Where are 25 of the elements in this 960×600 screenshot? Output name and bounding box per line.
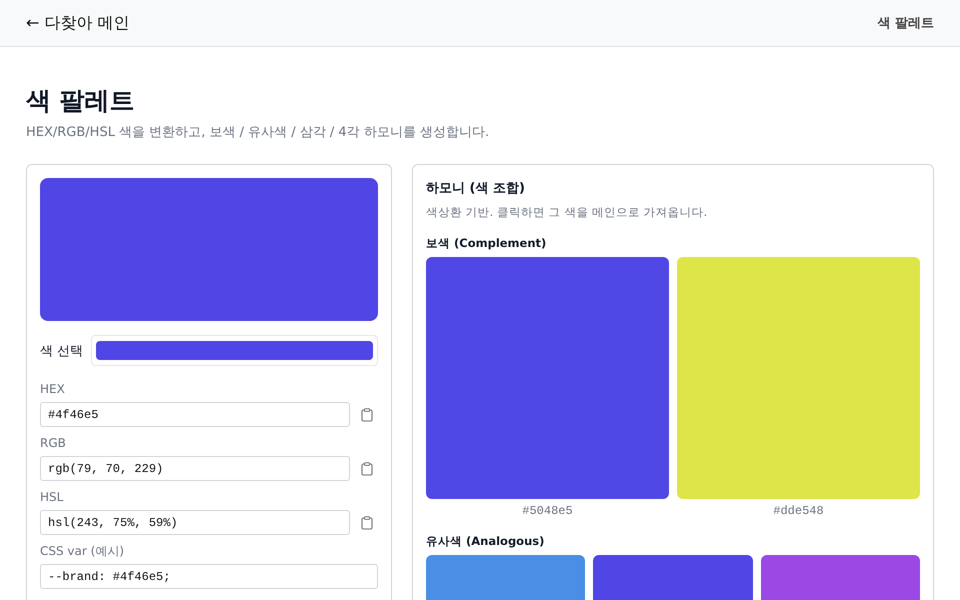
field-label: HEX [40,382,66,396]
color-picker[interactable] [91,335,378,366]
hex-label: #5048e5 [521,504,574,518]
page-description: HEX/RGB/HSL 색을 변환하고, 보색 / 유사색 / 삼각 / 4각 하모니를 생성합니다. [26,124,490,141]
group-label: 유사색 (Analogous) [426,534,546,549]
field-label: CSS var (예시) [40,544,125,558]
harmony-description: 색상환 기반. 클릭하면 그 색을 메인으로 가져옵니다. [426,205,708,220]
clipboard-icon [361,408,373,422]
input-field[interactable]: #4f46e5 [40,402,350,427]
harmony-title: 하모니 (색 조합) [426,180,526,197]
back-link[interactable]: ← 다찾아 메인 [26,12,130,34]
color-swatch[interactable] [426,257,669,499]
picker-label: 색 선택 [40,342,84,360]
field-label: RGB [40,436,67,450]
input-field[interactable]: rgb(79, 70, 229) [40,456,350,481]
current-page-label: 색 팔레트 [877,15,934,32]
clipboard-icon [361,516,373,530]
hex-label: #dde548 [772,504,825,518]
color-swatch[interactable] [677,257,920,499]
input-field[interactable]: hsl(243, 75%, 59%) [40,510,350,535]
clipboard-icon [361,462,373,476]
input-field[interactable]: --brand: #4f46e5; [40,564,378,589]
page-title: 색 팔레트 [26,85,136,117]
group-label: 보색 (Complement) [426,236,548,251]
field-label: HSL [40,490,64,504]
